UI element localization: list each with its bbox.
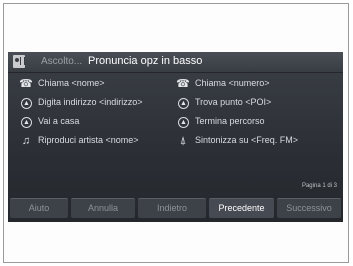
help-button[interactable]: Aiuto: [10, 198, 68, 218]
next-button[interactable]: Successivo: [277, 198, 341, 218]
softkey-row: Aiuto Annulla Indietro Precedente Succes…: [8, 195, 343, 222]
voice-prompt: Pronuncia opz in basso: [88, 55, 203, 67]
voice-header-bar: Ascolto... Pronuncia opz in basso: [8, 52, 343, 73]
navigation-icon: ▲: [178, 117, 189, 128]
command-label: Trova punto <POI>: [195, 97, 272, 107]
music-note-icon: ♫: [21, 135, 31, 147]
command-label: Vai a casa: [38, 116, 80, 126]
listening-status: Ascolto...: [41, 56, 83, 67]
command-label: Chiama <nome>: [38, 78, 105, 88]
phone-icon: ☎: [176, 78, 190, 90]
cancel-button[interactable]: Annulla: [71, 198, 135, 218]
command-label: Riproduci artista <nome>: [38, 135, 139, 145]
navigation-icon: ▲: [178, 98, 189, 109]
command-label: Chiama <numero>: [195, 78, 270, 88]
navigation-icon: ▲: [21, 117, 32, 128]
command-label: Digita indirizzo <indirizzo>: [38, 97, 143, 107]
voice-command-screen: Ascolto... Pronuncia opz in basso ☎ Chia…: [8, 52, 343, 222]
navigation-icon: ▲: [21, 98, 32, 109]
voice-portal-icon: [13, 55, 25, 68]
command-label: Termina percorso: [195, 116, 265, 126]
previous-button[interactable]: Precedente: [209, 198, 274, 218]
page-indicator: Pagina 1 di 3: [301, 183, 337, 189]
phone-icon: ☎: [19, 78, 33, 90]
back-button[interactable]: Indietro: [138, 198, 206, 218]
command-label: Sintonizza su <Freq. FM>: [195, 135, 299, 145]
radio-antenna-icon: ⍋: [179, 135, 187, 147]
